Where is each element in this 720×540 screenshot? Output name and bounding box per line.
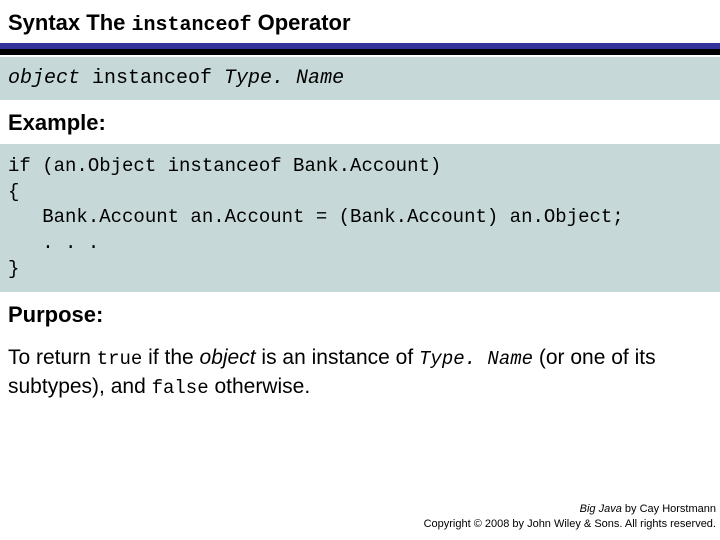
purpose-object: object: [200, 346, 256, 369]
title-operator: instanceof: [131, 14, 251, 37]
footer-copyright: Copyright © 2008 by John Wiley & Sons. A…: [424, 517, 716, 532]
title-suffix: Operator: [252, 10, 351, 35]
example-label: Example:: [0, 100, 720, 144]
slide-title: Syntax The instanceof Operator: [0, 0, 720, 43]
purpose-p1: To return: [8, 346, 97, 369]
syntax-line: object instanceof Type. Name: [8, 67, 712, 90]
footer-book: Big Java: [580, 503, 622, 515]
example-code: if (an.Object instanceof Bank.Account) {…: [8, 154, 712, 282]
syntax-typename: Type. Name: [224, 67, 344, 90]
syntax-keyword: instanceof: [80, 67, 224, 90]
purpose-p3: is an instance of: [256, 346, 419, 369]
purpose-false: false: [152, 377, 209, 399]
title-shadow: [0, 49, 720, 55]
purpose-text: To return true if the object is an insta…: [0, 336, 720, 401]
title-heading: Syntax The instanceof Operator: [8, 10, 712, 37]
footer: Big Java by Cay Horstmann Copyright © 20…: [424, 502, 716, 532]
syntax-object: object: [8, 67, 80, 90]
example-block: if (an.Object instanceof Bank.Account) {…: [0, 144, 720, 292]
purpose-p2: if the: [142, 346, 199, 369]
syntax-block: object instanceof Type. Name: [0, 57, 720, 100]
purpose-p5: otherwise.: [209, 375, 311, 398]
footer-author: by Cay Horstmann: [622, 503, 716, 515]
purpose-label: Purpose:: [0, 292, 720, 336]
purpose-typename: Type. Name: [419, 348, 533, 370]
purpose-true: true: [97, 348, 143, 370]
title-prefix: Syntax The: [8, 10, 131, 35]
footer-line1: Big Java by Cay Horstmann: [424, 502, 716, 517]
